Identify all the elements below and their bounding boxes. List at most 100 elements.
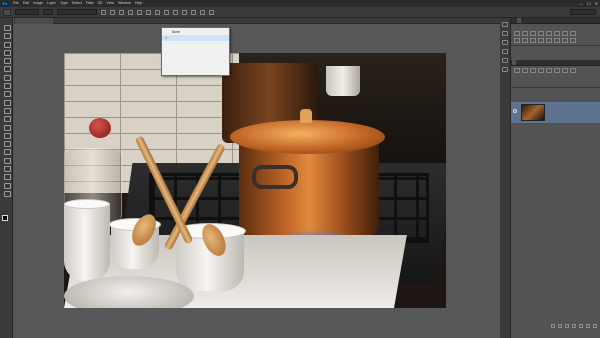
color-swatches[interactable] — [2, 215, 12, 225]
levels-icon[interactable] — [522, 31, 528, 36]
posterize-icon[interactable] — [546, 38, 552, 43]
option-icon[interactable] — [101, 9, 106, 15]
workspace-select[interactable] — [570, 9, 596, 15]
color-lookup-icon[interactable] — [530, 38, 536, 43]
menu-type[interactable]: Type — [58, 0, 70, 7]
selective-color-icon[interactable] — [570, 38, 576, 43]
option-icon[interactable] — [173, 9, 178, 15]
option-icon[interactable] — [209, 9, 214, 15]
filter-icon[interactable] — [570, 68, 576, 73]
marquee-tool-icon[interactable] — [3, 32, 11, 40]
eraser-tool-icon[interactable] — [3, 107, 11, 114]
menu-file[interactable]: File — [11, 0, 21, 7]
channel-mixer-icon[interactable] — [522, 38, 528, 43]
add-mask-icon[interactable] — [565, 324, 569, 328]
foreground-color-swatch[interactable] — [2, 215, 8, 221]
filter-icon[interactable] — [522, 68, 528, 73]
new-layer-icon[interactable] — [586, 324, 590, 328]
filter-icon[interactable] — [530, 68, 536, 73]
eyedropper-tool-icon[interactable] — [3, 65, 11, 73]
canvas-area[interactable] — [14, 24, 500, 338]
filter-icon[interactable] — [514, 68, 520, 73]
option-icon[interactable] — [110, 9, 115, 15]
maximize-icon[interactable]: ☐ — [587, 1, 591, 6]
filter-icon[interactable] — [546, 68, 552, 73]
tab-adjustments[interactable] — [517, 18, 521, 23]
new-group-icon[interactable] — [579, 324, 583, 328]
brightness-contrast-icon[interactable] — [514, 31, 520, 36]
option-icon[interactable] — [164, 9, 169, 15]
menu-select[interactable]: Select — [70, 0, 84, 7]
paragraph-icon[interactable] — [502, 49, 508, 54]
exposure-icon[interactable] — [538, 31, 544, 36]
filter-icon[interactable] — [562, 68, 568, 73]
gradient-tool-icon[interactable] — [3, 115, 11, 123]
link-layers-icon[interactable] — [551, 324, 555, 328]
tab-channels[interactable] — [517, 60, 521, 65]
photo-filter-icon[interactable] — [514, 38, 520, 43]
filter-icon[interactable] — [538, 68, 544, 73]
menu-window[interactable]: Window — [116, 0, 133, 7]
options-field-3[interactable] — [57, 9, 97, 15]
type-tool-icon[interactable] — [3, 148, 11, 156]
blur-tool-icon[interactable] — [3, 124, 11, 131]
move-tool-icon[interactable] — [3, 24, 11, 31]
healing-brush-tool-icon[interactable] — [3, 74, 11, 81]
option-icon[interactable] — [182, 9, 187, 15]
option-icon[interactable] — [137, 9, 142, 15]
black-white-icon[interactable] — [570, 31, 576, 36]
menu-filter[interactable]: Filter — [84, 0, 96, 7]
option-icon[interactable] — [146, 9, 151, 15]
crop-tool-icon[interactable] — [3, 57, 11, 65]
close-icon[interactable]: ✕ — [595, 1, 598, 6]
zoom-tool-icon[interactable] — [3, 182, 11, 189]
adjustment-layer-icon[interactable] — [572, 324, 576, 328]
minimize-icon[interactable]: — — [579, 1, 583, 6]
tab-libraries[interactable] — [512, 18, 516, 23]
dropdown-item[interactable] — [162, 65, 229, 71]
menu-view[interactable]: View — [104, 0, 116, 7]
properties-icon[interactable] — [502, 31, 508, 36]
path-select-tool-icon[interactable] — [3, 157, 11, 164]
hand-tool-icon[interactable] — [3, 173, 11, 181]
tab-paths[interactable] — [522, 60, 526, 65]
menu-layer[interactable]: Layer — [45, 0, 58, 7]
history-brush-tool-icon[interactable] — [3, 99, 11, 106]
trash-icon[interactable] — [593, 324, 597, 328]
color-balance-icon[interactable] — [562, 31, 568, 36]
dodge-tool-icon[interactable] — [3, 132, 11, 139]
invert-icon[interactable] — [538, 38, 544, 43]
menu-3d[interactable]: 3D — [96, 0, 105, 7]
clone-source-icon[interactable] — [502, 67, 508, 72]
option-icon[interactable] — [155, 9, 160, 15]
option-icon[interactable] — [119, 9, 124, 15]
layer-style-icon[interactable] — [558, 324, 562, 328]
option-icon[interactable] — [128, 9, 133, 15]
menu-image[interactable]: Image — [31, 0, 45, 7]
brush-tool-icon[interactable] — [3, 82, 11, 90]
pen-tool-icon[interactable] — [3, 140, 11, 148]
shape-tool-icon[interactable] — [3, 165, 11, 173]
layer-row-background[interactable] — [511, 102, 600, 123]
curves-icon[interactable] — [530, 31, 536, 36]
eye-icon[interactable] — [513, 109, 517, 113]
filter-icon[interactable] — [554, 68, 560, 73]
option-icon[interactable] — [191, 9, 196, 15]
clone-stamp-tool-icon[interactable] — [3, 90, 11, 98]
threshold-icon[interactable] — [554, 38, 560, 43]
tab-layers[interactable] — [512, 60, 516, 65]
brush-icon[interactable] — [502, 58, 508, 63]
lasso-tool-icon[interactable] — [3, 41, 11, 48]
document-image[interactable] — [64, 53, 446, 308]
options-field-1[interactable] — [15, 9, 39, 15]
more-tools-icon[interactable] — [3, 190, 11, 197]
menu-help[interactable]: Help — [133, 0, 144, 7]
options-field-2[interactable] — [43, 9, 53, 15]
quick-select-tool-icon[interactable] — [3, 49, 11, 56]
history-icon[interactable] — [502, 22, 508, 27]
option-icon[interactable] — [200, 9, 205, 15]
menu-edit[interactable]: Edit — [21, 0, 31, 7]
vibrance-icon[interactable] — [546, 31, 552, 36]
hue-saturation-icon[interactable] — [554, 31, 560, 36]
character-icon[interactable] — [502, 40, 508, 45]
